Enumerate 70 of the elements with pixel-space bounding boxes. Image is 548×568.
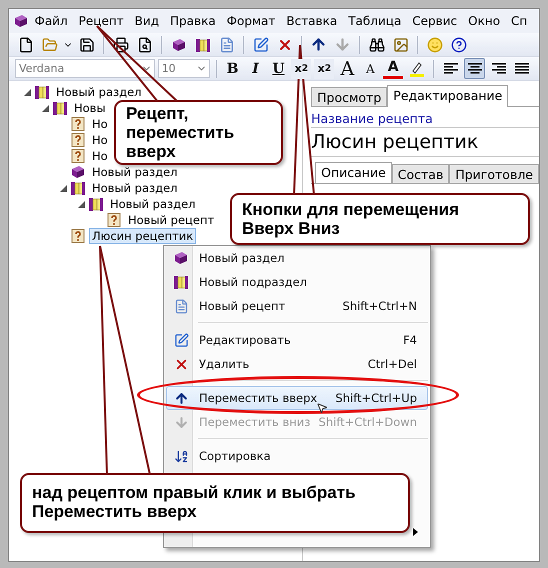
expander-icon[interactable] <box>60 184 67 192</box>
italic-button[interactable]: I <box>246 58 266 78</box>
recipe-icon <box>70 148 86 164</box>
menu-item[interactable]: Переместить вверх Shift+Ctrl+Up <box>166 386 428 410</box>
size-select[interactable]: 10 <box>158 59 210 78</box>
cursor-icon <box>316 402 328 414</box>
menu-item[interactable]: Сервис <box>406 14 463 28</box>
menu-item[interactable]: Новый рецепт Shift+Ctrl+N <box>166 294 428 318</box>
tree-item[interactable]: Новый рецепт <box>125 212 218 228</box>
bold-button[interactable]: B <box>222 58 243 78</box>
recipe-icon <box>70 116 86 132</box>
document-icon <box>174 298 188 314</box>
menu-item[interactable]: Окно <box>462 14 506 28</box>
submenu-arrow-icon[interactable] <box>413 528 418 536</box>
tab[interactable]: Просмотр <box>311 87 388 106</box>
menu-item[interactable]: Формат <box>221 14 281 28</box>
recipe-icon <box>106 212 122 228</box>
tree-item[interactable]: Новый раздел <box>89 164 181 180</box>
menu-item[interactable]: Правка <box>164 14 222 28</box>
callout: над рецептом правый клик и выбрать Переместить вверх <box>20 473 410 534</box>
font-select[interactable]: Verdana <box>15 59 155 78</box>
open-book-icon <box>194 36 210 52</box>
recipe-icon <box>70 132 86 148</box>
color-button[interactable]: A <box>383 58 404 78</box>
menu-item[interactable]: Удалить Ctrl+Del <box>166 352 428 376</box>
sort-icon <box>174 448 188 464</box>
callout: Кнопки для перемещения Вверх Вниз <box>230 193 530 246</box>
grow-button[interactable]: A <box>337 58 358 78</box>
open-book-icon <box>52 100 68 116</box>
tab[interactable]: Описание <box>315 162 392 183</box>
tree-item[interactable]: Но <box>89 116 111 132</box>
menu-item[interactable]: Новый подраздел <box>166 270 428 294</box>
tab[interactable]: Приготовле <box>449 164 539 183</box>
tree-item[interactable]: Люсин рецептик <box>89 228 196 244</box>
align-icon <box>515 62 530 74</box>
menu-item[interactable]: Файл <box>29 14 74 28</box>
tree-item[interactable]: Новы <box>71 100 109 116</box>
align-icon <box>444 62 458 74</box>
tree-item[interactable]: Но <box>89 132 111 148</box>
open-book-icon <box>173 274 189 290</box>
field-label: Название рецепта <box>311 111 539 128</box>
align-button[interactable] <box>464 58 486 79</box>
menu-item[interactable]: Сп <box>506 14 533 28</box>
align-icon <box>468 62 482 74</box>
tab[interactable]: Состав <box>392 164 450 183</box>
tree-item[interactable]: Новый раздел <box>53 84 145 100</box>
open-book-icon <box>34 84 50 100</box>
recipe-icon <box>70 228 86 244</box>
menu-item[interactable]: Сортировка <box>166 444 428 468</box>
menu-item[interactable]: Вид <box>129 14 164 28</box>
underline-button[interactable]: U <box>268 58 288 78</box>
align-icon <box>492 62 506 74</box>
shrink-button[interactable]: A <box>360 58 380 78</box>
edit-icon <box>174 332 188 348</box>
menu-item[interactable]: Новый раздел <box>166 246 428 270</box>
tree-item[interactable]: Новый раздел <box>107 196 199 212</box>
menu-item[interactable]: Рецепт <box>73 14 130 28</box>
tree-item[interactable]: Но <box>89 148 111 164</box>
menu-item[interactable]: Таблица <box>342 14 407 28</box>
open-book-icon <box>88 196 104 212</box>
expander-icon[interactable] <box>78 200 85 208</box>
expander-icon[interactable] <box>42 104 49 112</box>
expander-icon[interactable] <box>24 88 31 96</box>
tree-item[interactable]: Новый раздел <box>89 180 181 196</box>
menu-item[interactable]: Редактировать F4 <box>166 328 428 352</box>
tab[interactable]: Редактирование <box>387 85 508 107</box>
recipe-title: Люсин рецептик <box>311 131 539 157</box>
callout: Рецепт, переместить вверх <box>114 100 283 166</box>
open-book-icon <box>70 180 86 196</box>
menu-item[interactable]: Вставка <box>280 14 343 28</box>
